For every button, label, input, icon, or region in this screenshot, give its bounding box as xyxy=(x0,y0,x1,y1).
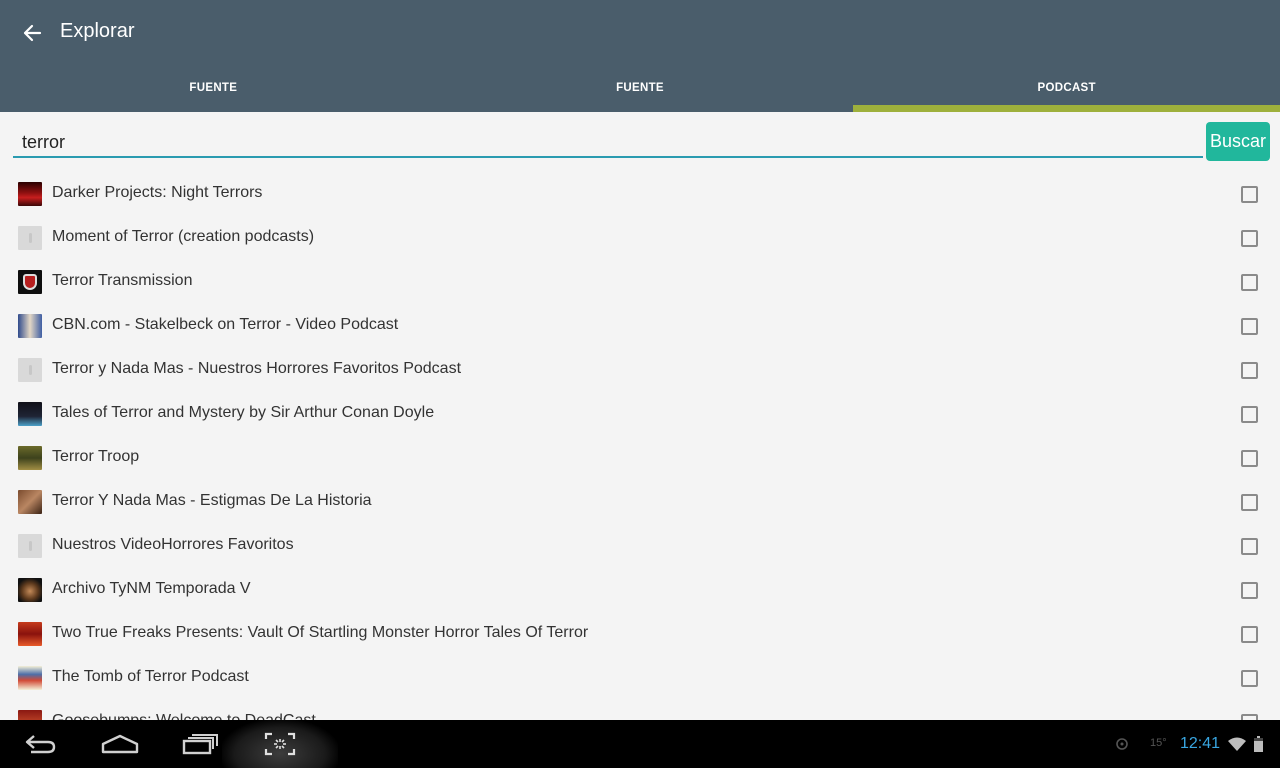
list-item-title: Archivo TyNM Temporada V xyxy=(52,580,251,597)
list-item-title: Terror Troop xyxy=(52,448,140,465)
app-root: Explorar FUENTE FUENTE PODCAST Buscar Da… xyxy=(0,0,1280,768)
subscribe-checkbox[interactable] xyxy=(1241,670,1258,687)
list-item[interactable]: Terror Transmission xyxy=(0,260,1280,304)
podcast-thumbnail xyxy=(18,314,42,338)
list-item[interactable]: Terror Y Nada Mas - Estigmas De La Histo… xyxy=(0,480,1280,524)
tab-fuente-1[interactable]: FUENTE xyxy=(0,64,427,112)
list-item[interactable]: Moment of Terror (creation podcasts) xyxy=(0,216,1280,260)
tab-indicator-active xyxy=(853,105,1280,112)
subscribe-checkbox[interactable] xyxy=(1241,362,1258,379)
tab-indicator xyxy=(427,105,854,112)
nav-recents-icon[interactable] xyxy=(180,720,222,768)
search-button[interactable]: Buscar xyxy=(1206,122,1270,161)
list-item[interactable]: CBN.com - Stakelbeck on Terror - Video P… xyxy=(0,304,1280,348)
list-item-title: Tales of Terror and Mystery by Sir Arthu… xyxy=(52,404,435,421)
subscribe-checkbox[interactable] xyxy=(1241,230,1258,247)
podcast-thumbnail xyxy=(18,710,42,720)
subscribe-checkbox[interactable] xyxy=(1241,274,1258,291)
nav-home-icon[interactable] xyxy=(100,720,140,768)
podcast-thumbnail xyxy=(18,622,42,646)
list-item[interactable]: Nuestros VideoHorrores Favoritos xyxy=(0,524,1280,568)
temperature-text: 15° xyxy=(1150,737,1167,749)
nav-back-icon[interactable] xyxy=(18,720,62,768)
arrow-left-icon[interactable] xyxy=(14,16,50,50)
wifi-icon xyxy=(1226,720,1248,768)
subscribe-checkbox[interactable] xyxy=(1241,406,1258,423)
list-item[interactable]: Darker Projects: Night Terrors xyxy=(0,172,1280,216)
page-title: Explorar xyxy=(60,20,135,42)
list-item-title: The Tomb of Terror Podcast xyxy=(52,668,249,685)
podcast-thumbnail xyxy=(18,270,42,294)
action-bar: Explorar FUENTE FUENTE PODCAST xyxy=(0,0,1280,112)
list-item-title: Terror Transmission xyxy=(52,272,193,289)
podcast-thumbnail xyxy=(18,226,42,250)
tab-bar: FUENTE FUENTE PODCAST xyxy=(0,64,1280,112)
list-item-title: CBN.com - Stakelbeck on Terror - Video P… xyxy=(52,316,399,333)
podcast-thumbnail xyxy=(18,446,42,470)
tab-indicator xyxy=(0,105,427,112)
list-item-title: Moment of Terror (creation podcasts) xyxy=(52,228,315,245)
tab-label: PODCAST xyxy=(1037,82,1096,94)
list-item[interactable]: The Tomb of Terror Podcast xyxy=(0,656,1280,700)
tab-podcast[interactable]: PODCAST xyxy=(853,64,1280,112)
podcast-thumbnail xyxy=(18,666,42,690)
battery-icon xyxy=(1252,720,1264,768)
subscribe-checkbox[interactable] xyxy=(1241,626,1258,643)
list-item[interactable]: Two True Freaks Presents: Vault Of Start… xyxy=(0,612,1280,656)
list-item[interactable]: Goosebumps: Welcome to DeadCast xyxy=(0,700,1280,720)
list-item[interactable]: Terror Troop xyxy=(0,436,1280,480)
list-item[interactable]: Archivo TyNM Temporada V xyxy=(0,568,1280,612)
list-item-title: Two True Freaks Presents: Vault Of Start… xyxy=(52,624,589,641)
sync-status-icon xyxy=(1114,720,1130,768)
subscribe-checkbox[interactable] xyxy=(1241,318,1258,335)
subscribe-checkbox[interactable] xyxy=(1241,450,1258,467)
tab-label: FUENTE xyxy=(189,82,238,94)
subscribe-checkbox[interactable] xyxy=(1241,494,1258,511)
list-item-title: Darker Projects: Night Terrors xyxy=(52,184,263,201)
podcast-thumbnail xyxy=(18,358,42,382)
search-input[interactable] xyxy=(13,128,1203,158)
list-item-title: Terror Y Nada Mas - Estigmas De La Histo… xyxy=(52,492,372,509)
podcast-thumbnail xyxy=(18,578,42,602)
list-item[interactable]: Terror y Nada Mas - Nuestros Horrores Fa… xyxy=(0,348,1280,392)
list-item-title: Terror y Nada Mas - Nuestros Horrores Fa… xyxy=(52,360,462,377)
tab-label: FUENTE xyxy=(616,82,664,94)
subscribe-checkbox[interactable] xyxy=(1241,538,1258,555)
results-list[interactable]: Darker Projects: Night Terrors Moment of… xyxy=(0,172,1280,720)
clock-text: 12:41 xyxy=(1180,735,1221,752)
subscribe-checkbox[interactable] xyxy=(1241,186,1258,203)
podcast-thumbnail xyxy=(18,490,42,514)
subscribe-checkbox[interactable] xyxy=(1241,582,1258,599)
podcast-thumbnail xyxy=(18,182,42,206)
list-item-title: Goosebumps: Welcome to DeadCast xyxy=(52,712,316,720)
podcast-thumbnail xyxy=(18,534,42,558)
list-item-title: Nuestros VideoHorrores Favoritos xyxy=(52,536,294,553)
screenshot-icon[interactable] xyxy=(260,720,300,768)
podcast-thumbnail xyxy=(18,402,42,426)
tab-fuente-2[interactable]: FUENTE xyxy=(427,64,854,112)
list-item[interactable]: Tales of Terror and Mystery by Sir Arthu… xyxy=(0,392,1280,436)
system-nav-bar: 15° 12:41 xyxy=(0,720,1280,768)
